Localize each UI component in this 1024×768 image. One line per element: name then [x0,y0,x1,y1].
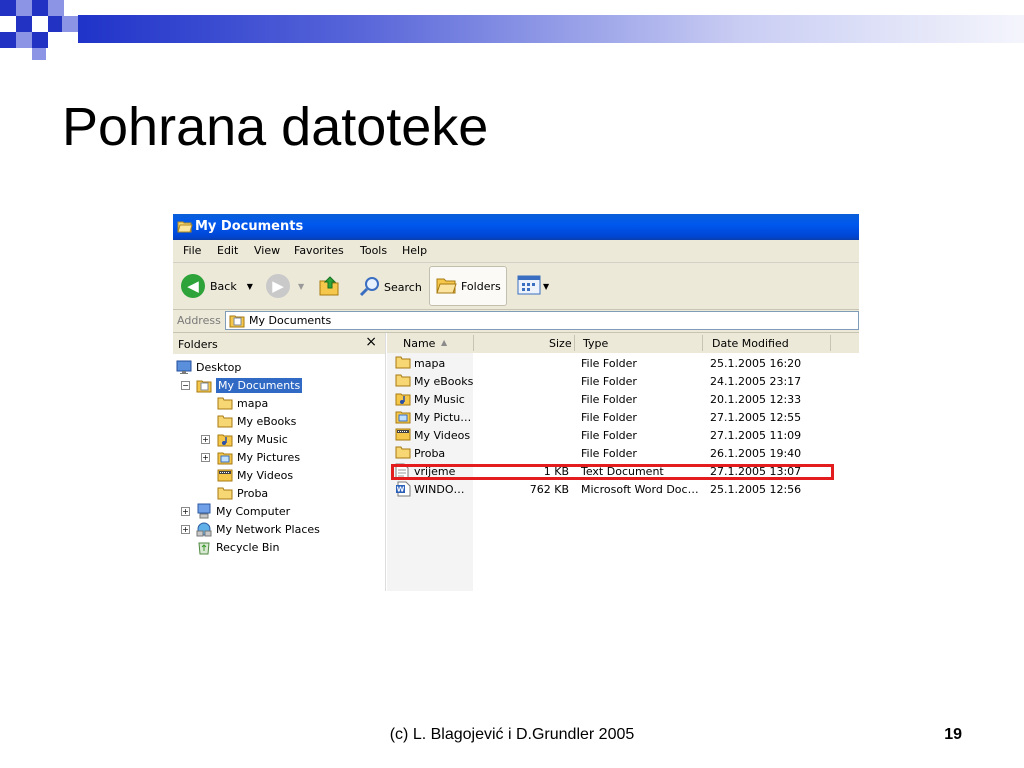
folders-label: Folders [461,279,501,293]
folders-button[interactable]: Folders [429,266,507,306]
page-number: 19 [944,726,962,743]
file-row[interactable]: mapa File Folder 25.1.2005 16:20 [387,354,859,372]
column-header-size[interactable]: Size [549,337,572,350]
window-title-bar: My Documents [173,214,859,240]
expand-toggle[interactable]: + [201,453,210,462]
music-folder-icon [217,432,233,447]
highlight-box [391,464,834,480]
file-row[interactable]: My Pictu… File Folder 27.1.2005 12:55 [387,408,859,426]
back-dropdown-icon[interactable]: ▼ [247,282,253,291]
address-bar: Address My Documents [173,310,859,333]
tree-item-desktop[interactable]: Desktop [176,358,241,376]
address-field[interactable]: My Documents [225,311,859,330]
sort-ascending-icon: ▲ [441,338,448,347]
menu-bar: File Edit View Favorites Tools Help [173,240,859,263]
word-document-icon: W [395,481,411,497]
my-documents-icon [229,313,245,331]
tree-item-mapa[interactable]: mapa [217,394,268,412]
slide-title: Pohrana datoteke [62,97,489,157]
column-header-date-modified[interactable]: Date Modified [712,337,789,350]
search-label: Search [384,281,422,294]
tree-item-my-network-places[interactable]: My Network Places [196,520,320,538]
folder-icon [217,414,233,428]
music-folder-icon [395,391,411,406]
folder-icon [395,355,411,369]
network-icon [196,521,212,537]
views-dropdown-icon: ▼ [543,282,550,291]
pictures-folder-icon [217,450,233,465]
folder-icon [217,396,233,410]
forward-button[interactable]: ▶ ▼ [266,274,304,298]
tree-item-my-videos[interactable]: My Videos [217,466,293,484]
toolbar: ◀ Back ▼ ▶ ▼ Search Folders ▼ [173,263,859,310]
address-label: Address [177,314,221,327]
tree-item-my-pictures[interactable]: My Pictures [217,448,300,466]
menu-edit[interactable]: Edit [217,244,238,257]
expand-toggle[interactable]: + [181,525,190,534]
videos-folder-icon [217,468,233,483]
search-button[interactable]: Search [359,275,422,300]
views-button[interactable]: ▼ [517,275,549,298]
file-row[interactable]: My Videos File Folder 27.1.2005 11:09 [387,426,859,444]
menu-view[interactable]: View [254,244,280,257]
file-row[interactable]: My eBooks File Folder 24.1.2005 23:17 [387,372,859,390]
pictures-folder-icon [395,409,411,424]
explorer-window: My Documents File Edit View Favorites To… [173,214,859,591]
folders-panel-header: Folders × [173,333,385,354]
slide-header-decoration [0,0,1024,60]
expand-toggle[interactable]: + [181,507,190,516]
menu-file[interactable]: File [183,244,201,257]
column-header-name[interactable]: Name [403,337,435,350]
menu-tools[interactable]: Tools [360,244,387,257]
recycle-bin-icon [196,539,212,555]
address-value: My Documents [249,314,332,327]
folders-panel-title: Folders [178,338,218,351]
folder-icon [395,373,411,387]
folder-icon [217,486,233,500]
folders-icon [435,275,457,298]
column-header-type[interactable]: Type [583,337,608,350]
back-arrow-icon: ◀ [181,274,205,298]
tree-item-my-documents[interactable]: My Documents [196,376,303,394]
folders-panel: Folders × Desktop − My Documents mapa My… [173,333,386,591]
forward-dropdown-icon[interactable]: ▼ [298,282,304,291]
forward-arrow-icon: ▶ [266,274,290,298]
folder-icon [395,445,411,459]
file-row[interactable]: Proba File Folder 26.1.2005 19:40 [387,444,859,462]
videos-folder-icon [395,427,411,442]
file-row[interactable]: My Music File Folder 20.1.2005 12:33 [387,390,859,408]
menu-favorites[interactable]: Favorites [294,244,344,257]
computer-icon [196,503,212,519]
back-button[interactable]: ◀ Back ▼ [181,274,253,298]
up-folder-icon [318,273,340,300]
column-headers: Name ▲ Size Type Date Modified [387,333,859,354]
search-icon [359,275,381,300]
tree-item-my-computer[interactable]: My Computer [196,502,290,520]
svg-text:W: W [397,486,405,494]
tree-item-my-music[interactable]: My Music [217,430,288,448]
close-icon[interactable]: × [365,334,377,350]
up-folder-button[interactable] [318,273,340,300]
collapse-toggle[interactable]: − [181,381,190,390]
expand-toggle[interactable]: + [201,435,210,444]
my-documents-icon [196,378,212,393]
tree-item-my-ebooks[interactable]: My eBooks [217,412,296,430]
menu-help[interactable]: Help [402,244,427,257]
header-gradient-bar [78,15,1024,43]
window-title: My Documents [195,219,304,234]
tree-item-recycle-bin[interactable]: Recycle Bin [196,538,279,556]
slide-footer: (c) L. Blagojević i D.Grundler 2005 [389,726,635,743]
views-icon [517,275,541,298]
desktop-icon [176,360,192,375]
tree-item-proba[interactable]: Proba [217,484,268,502]
folder-open-icon [177,219,193,233]
back-label: Back [210,279,237,293]
file-row[interactable]: W WINDO… 762 KB Microsoft Word Doc… 25.1… [387,480,859,498]
